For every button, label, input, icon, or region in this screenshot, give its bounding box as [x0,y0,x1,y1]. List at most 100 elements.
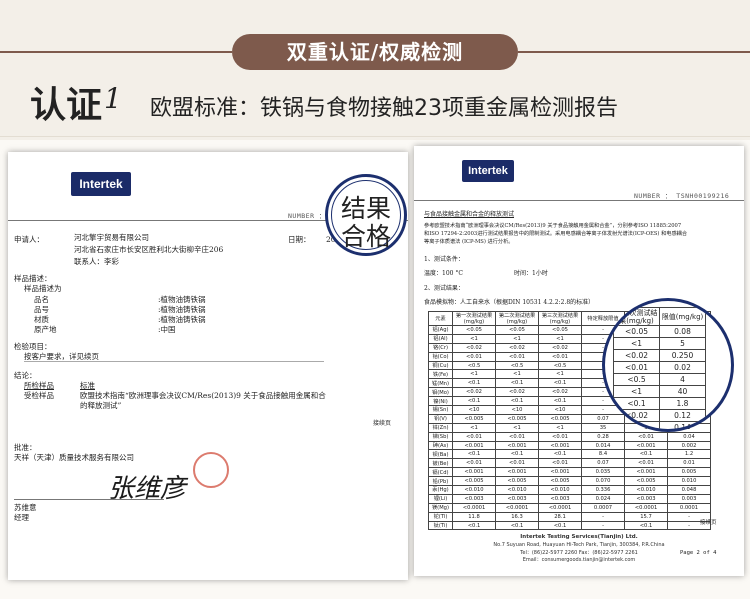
table-cell: <1 [495,369,539,380]
table-cell: 钴(Co) [428,351,453,362]
reference-text-3: 等离子体质谱法 (ICP-MS) 进行分析。 [424,239,514,245]
intertek-logo: Intertek [462,160,514,182]
table-cell: 锰(Mn) [428,378,453,389]
sample-field-label: 原产地 [34,325,57,334]
table-row: 钡(Ba) <0.1 <0.1 <0.1 8.4 <0.1 1.2 [428,449,711,460]
lens-cell: <1 [613,337,660,350]
continued-note: 接续页 [373,420,392,427]
table-cell: <0.01 [538,458,582,469]
table-cell: 0.0007 [581,502,625,513]
table-cell: <0.5 [495,360,539,371]
table-cell: <0.1 [452,378,496,389]
table-cell: <0.01 [495,458,539,469]
sample-claimed-label: 样品描述为 [24,284,62,293]
table-cell: <0.01 [538,351,582,362]
lens-row: <0.5 4 [613,373,706,386]
table-cell: <0.001 [538,467,582,478]
reference-text-1: 参考欧盟技术指南“欧洲理事会决议CM/Res(2013)9 关于食品接触用金属和… [424,223,682,229]
footer-company: Intertek Testing Services(Tianjin) Ltd. [520,534,638,540]
table-row: 镉(Cd) <0.001 <0.001 <0.001 0.035 <0.001 0.005 [428,467,711,478]
lens-cell: 0.12 [659,409,706,422]
table-cell: <0.005 [538,413,582,424]
section-title: 与食品接触金属和合金的释放测试 [424,211,515,218]
table-cell: <0.05 [452,325,496,335]
table-cell: <0.005 [624,476,668,487]
table-cell: <0.01 [495,351,539,362]
table-cell: 砷(As) [428,440,453,451]
header-rule-left [0,51,232,53]
table-cell: <0.010 [452,485,496,495]
doc-divider [414,200,744,201]
table-cell: 铜(Cu) [428,360,453,371]
table-cell: <1 [538,333,582,344]
signer-role: 经理 [14,513,29,522]
table-cell: 钒(V) [428,413,453,424]
table-cell: 镉(Cd) [428,467,453,478]
table-cell: <0.1 [495,378,539,389]
table-cell: 0.070 [581,476,625,487]
table-cell: <0.0001 [624,502,668,513]
table-cell: <0.1 [538,396,582,407]
column-header: 第一次测试结果(mg/kg) [452,311,496,326]
table-cell: 0.024 [581,493,625,504]
table-cell: <0.0001 [538,502,582,513]
table-cell: 0.28 [581,431,625,442]
section-pill: 双重认证/权威检测 [232,34,518,70]
table-cell: <0.001 [495,467,539,478]
table-cell: 镁(Mg) [428,502,453,513]
table-cell: 0.005 [667,467,711,478]
lens-row: <0.02 0.12 [613,409,706,422]
report-number: NUMBER ： TSNH00199216 [634,192,730,200]
table-cell: 钛(Ti) [428,520,453,531]
conditions-title: 1、测试条件： [424,256,464,263]
table-cell: <0.05 [538,325,582,335]
table-cell: <0.005 [495,476,539,487]
lens-cell: <1 [613,385,660,398]
stamp-text-pass: 合格 [340,222,391,251]
table-cell: 0.336 [581,485,625,495]
table-row: 铍(Be) <0.01 <0.01 <0.01 0.07 <0.01 0.01 [428,458,711,469]
table-cell: <0.005 [452,413,496,424]
table-cell: 镍(Ni) [428,396,453,407]
table-cell: <1 [452,369,496,380]
table-cell: 0.04 [667,431,711,442]
lens-cell: 40 [659,385,706,398]
table-cell: <0.01 [624,458,668,469]
table-cell: <0.1 [538,520,582,531]
header-divider [0,136,750,137]
cert-title: 欧盟标准：铁锅与食物接触23项重金属检测报告 [150,96,618,121]
lens-cell: <0.1 [613,397,660,410]
table-cell: <0.001 [624,467,668,478]
lens-row: <1 5 [613,337,706,350]
table-cell: <0.5 [538,360,582,371]
table-cell: <0.001 [452,440,496,451]
sample-field-value: :中国 [158,325,176,334]
table-cell: <1 [495,422,539,433]
table-cell: <0.1 [624,520,668,531]
table-cell: <0.010 [624,485,668,495]
table-cell: <0.01 [452,431,496,442]
table-cell: <0.001 [538,440,582,451]
table-cell: 0.002 [667,440,711,451]
table-cell: <0.01 [624,431,668,442]
table-row: 锑(Sb) <0.01 <0.01 <0.01 0.28 <0.01 0.04 [428,431,711,442]
table-cell: <0.1 [452,396,496,407]
lens-cell: <0.05 [613,325,660,338]
table-cell: <0.1 [495,449,539,460]
table-cell: 0.07 [581,458,625,469]
company-seal [193,452,229,488]
table-cell: 0.048 [667,485,711,495]
applicant-name: 河北擎宇贸易有限公司 [74,233,149,242]
table-cell: 铍(Be) [428,458,453,469]
signature-line [14,499,164,500]
table-cell: <0.1 [495,520,539,531]
lens-cell: <0.02 [613,349,660,362]
table-cell: <0.005 [538,476,582,487]
header-rule-right [518,51,750,53]
table-cell: 锡(Sn) [428,405,453,415]
table-cell: 铬(Cr) [428,342,453,353]
table-cell: <0.1 [538,449,582,460]
table-cell: <0.003 [452,493,496,504]
dotted-line [24,361,324,362]
table-row: 砷(As) <0.001 <0.001 <0.001 0.014 <0.001 0.002 [428,440,711,451]
